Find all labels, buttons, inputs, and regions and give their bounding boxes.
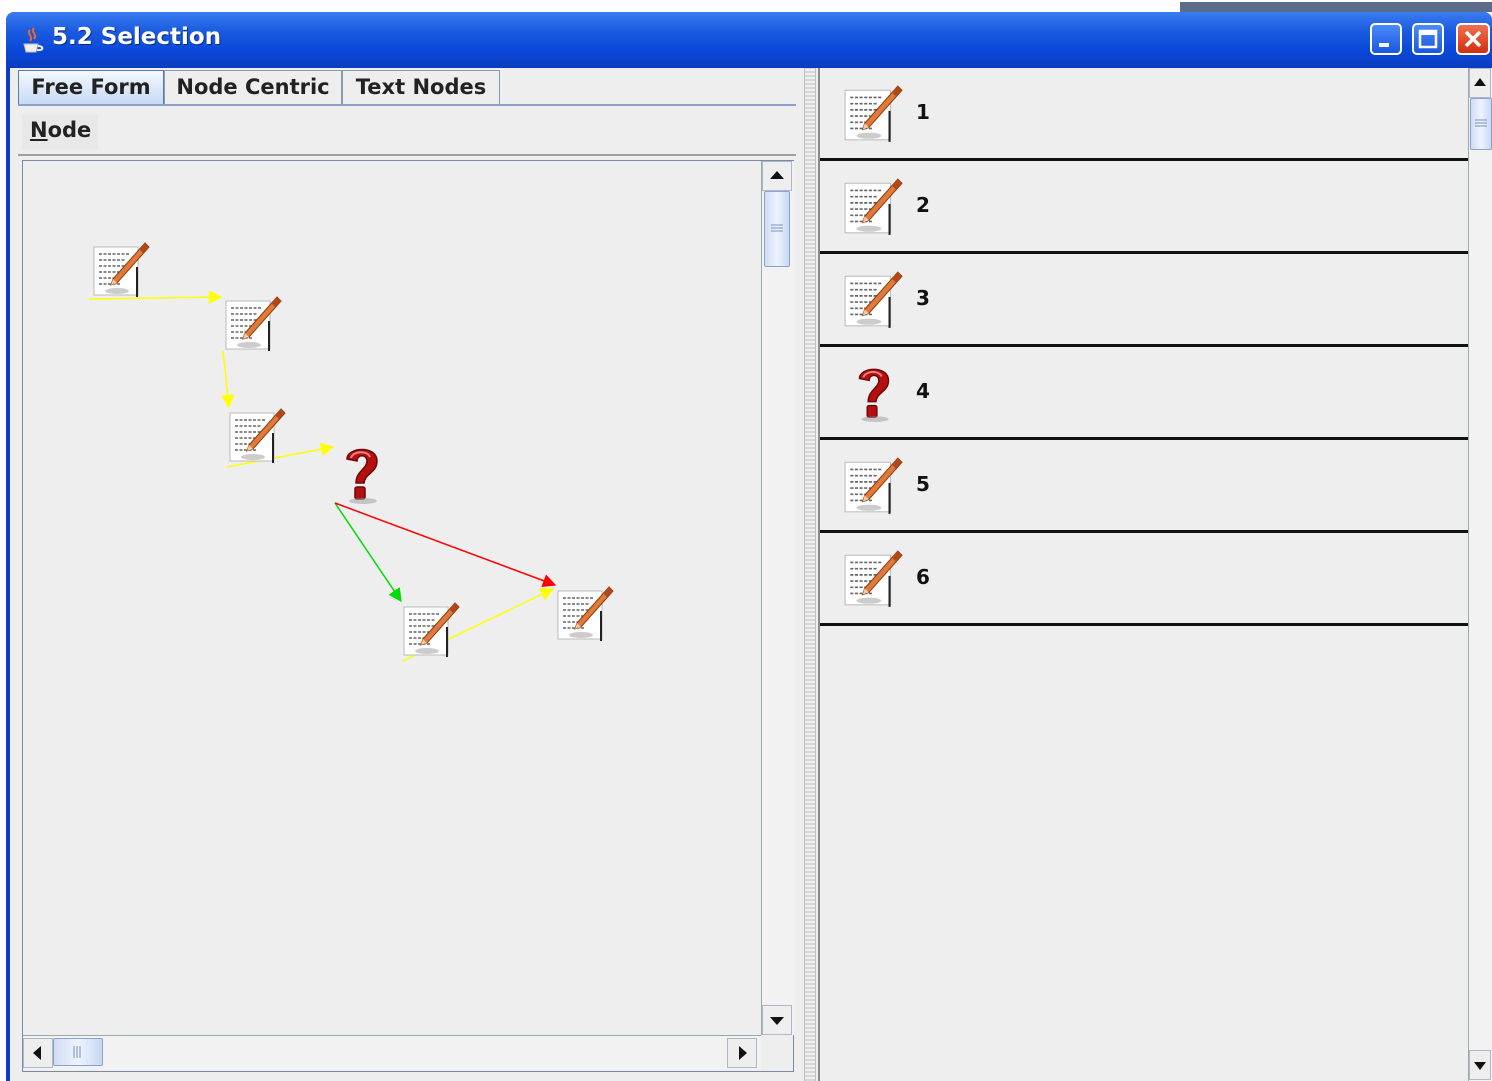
app-window: 5.2 Selection Free Form Node Centric Tex… (6, 12, 1492, 1081)
arrow-up-icon (1474, 78, 1486, 86)
graph-scroll-pane (22, 160, 794, 1072)
java-cup-icon (23, 27, 44, 53)
arrow-down-icon (1474, 1062, 1486, 1070)
list-item-label: 6 (916, 565, 930, 589)
edge-1-2[interactable] (88, 290, 223, 304)
text-document-icon (842, 549, 904, 609)
text-document-icon (842, 456, 904, 516)
list-item[interactable]: 5 (820, 440, 1468, 533)
tab-underline (18, 104, 796, 106)
graph-vertical-scrollbar[interactable] (761, 161, 794, 1035)
menu-bar: Node (18, 108, 796, 156)
graph-node-2[interactable] (225, 296, 282, 352)
question-mark-icon (858, 368, 890, 423)
node-list: 1 2 3 4 5 6 (818, 68, 1468, 1081)
list-item[interactable]: 4 (820, 347, 1468, 440)
window-title: 5.2 Selection (52, 24, 222, 50)
arrow-down-icon (770, 1017, 784, 1025)
list-item[interactable]: 3 (820, 254, 1468, 347)
client-area: Free Form Node Centric Text Nodes Node 1… (10, 68, 1492, 1081)
node-menu-label: Node (30, 118, 92, 142)
scroll-right-button[interactable] (727, 1038, 757, 1068)
list-scroll-thumb[interactable] (1470, 98, 1492, 150)
edge-4-5[interactable] (334, 502, 402, 603)
list-item[interactable]: 2 (820, 161, 1468, 254)
graph-node-4[interactable] (346, 448, 378, 505)
minimize-icon (1379, 43, 1389, 47)
maximize-button[interactable] (1412, 23, 1444, 55)
graph-node-1[interactable] (93, 242, 150, 298)
list-item-label: 2 (916, 193, 930, 217)
list-item-label: 4 (916, 379, 930, 403)
split-pane-divider[interactable] (804, 68, 816, 1081)
graph-node-6[interactable] (557, 586, 614, 642)
text-document-icon (842, 270, 904, 330)
vertical-scroll-thumb[interactable] (764, 191, 790, 267)
graph-canvas[interactable] (23, 161, 761, 1035)
close-button[interactable] (1456, 23, 1490, 55)
tab-node-centric[interactable]: Node Centric (164, 70, 342, 104)
graph-edges (88, 290, 557, 662)
list-item-label: 5 (916, 472, 930, 496)
background-window-strip (1180, 2, 1492, 12)
arrow-up-icon (770, 171, 784, 179)
arrow-right-icon (739, 1046, 747, 1060)
list-item-label: 1 (916, 100, 930, 124)
minimize-button[interactable] (1370, 23, 1402, 55)
edge-2-3[interactable] (220, 350, 235, 409)
grip-icon (1475, 119, 1487, 127)
graph-horizontal-scrollbar[interactable] (23, 1035, 761, 1070)
grip-icon (73, 1046, 81, 1058)
list-item[interactable]: 6 (820, 533, 1468, 626)
scroll-down-button[interactable] (762, 1005, 792, 1035)
graph-node-3[interactable] (229, 408, 286, 464)
tab-free-form[interactable]: Free Form (18, 70, 164, 104)
text-document-icon (842, 84, 904, 144)
title-bar[interactable]: 5.2 Selection (6, 12, 1492, 68)
scroll-left-button[interactable] (23, 1038, 53, 1068)
graph-node-5[interactable] (403, 602, 460, 658)
edge-4-6[interactable] (334, 502, 557, 588)
node-menu[interactable]: Node (22, 114, 98, 150)
close-icon (1464, 30, 1482, 48)
grip-icon (771, 224, 783, 232)
text-document-icon (842, 177, 904, 237)
list-item[interactable]: 1 (820, 68, 1468, 161)
list-vertical-scrollbar[interactable] (1468, 68, 1492, 1081)
list-item-label: 3 (916, 286, 930, 310)
scroll-corner (761, 1035, 793, 1069)
scroll-up-button[interactable] (762, 161, 792, 191)
tab-text-nodes[interactable]: Text Nodes (342, 70, 500, 104)
horizontal-scroll-thumb[interactable] (53, 1038, 103, 1066)
graph-nodes (93, 242, 614, 658)
maximize-icon (1418, 29, 1438, 49)
list-scroll-up-button[interactable] (1469, 68, 1491, 98)
list-scroll-down-button[interactable] (1469, 1050, 1491, 1080)
arrow-left-icon (33, 1046, 41, 1060)
